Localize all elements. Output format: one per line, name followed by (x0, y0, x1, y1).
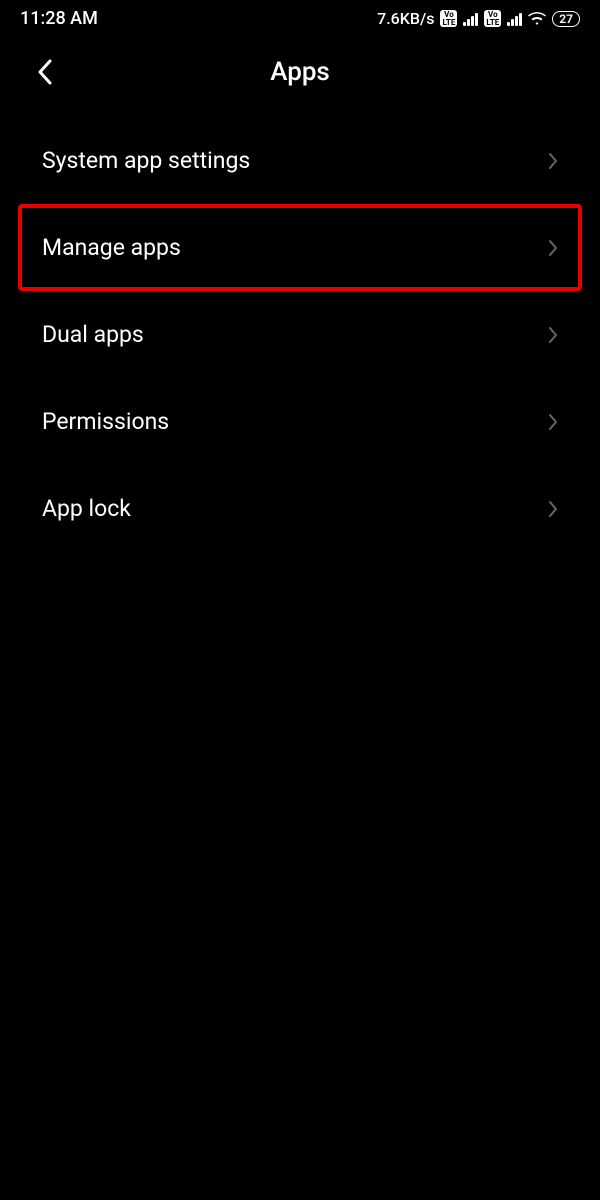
header: Apps (0, 33, 600, 117)
menu-item-label: System app settings (42, 147, 250, 174)
signal-icon (463, 12, 478, 26)
menu-item-label: App lock (42, 495, 131, 522)
page-title: Apps (270, 57, 330, 87)
menu-item-system-app-settings[interactable]: System app settings (18, 117, 582, 204)
chevron-right-icon (548, 500, 558, 518)
chevron-right-icon (548, 326, 558, 344)
menu-item-label: Manage apps (42, 234, 181, 261)
data-rate: 7.6KB/s (377, 9, 434, 28)
battery-icon: 27 (552, 11, 580, 27)
battery-level: 27 (559, 13, 573, 25)
menu-item-app-lock[interactable]: App lock (18, 465, 582, 552)
back-button[interactable] (30, 57, 60, 87)
menu-item-permissions[interactable]: Permissions (18, 378, 582, 465)
status-time: 11:28 AM (20, 8, 98, 29)
menu-item-dual-apps[interactable]: Dual apps (18, 291, 582, 378)
volte-icon: VoLTE (484, 10, 501, 26)
menu-list: System app settings Manage apps Dual app… (0, 117, 600, 552)
chevron-left-icon (37, 59, 53, 85)
status-bar-right: 7.6KB/s VoLTE VoLTE 27 (377, 9, 580, 28)
status-bar-left: 11:28 AM (20, 8, 98, 29)
volte-icon: VoLTE (440, 10, 457, 26)
menu-item-label: Permissions (42, 408, 169, 435)
wifi-icon (528, 12, 546, 26)
chevron-right-icon (548, 239, 558, 257)
status-bar: 11:28 AM 7.6KB/s VoLTE VoLTE 27 (0, 0, 600, 33)
signal-icon (507, 12, 522, 26)
chevron-right-icon (548, 413, 558, 431)
menu-item-label: Dual apps (42, 321, 144, 348)
chevron-right-icon (548, 152, 558, 170)
menu-item-manage-apps[interactable]: Manage apps (18, 204, 582, 291)
